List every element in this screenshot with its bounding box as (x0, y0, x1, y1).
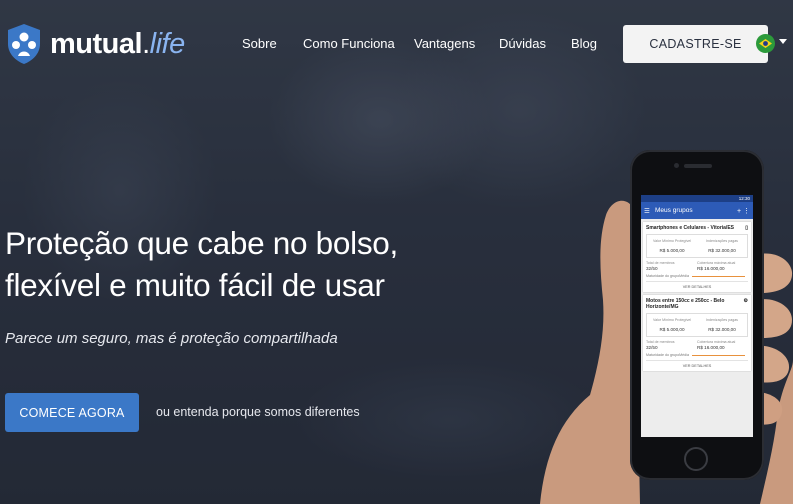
signup-button[interactable]: CADASTRE-SE (623, 25, 768, 63)
phone-speaker (684, 164, 712, 168)
phone-home-button (684, 447, 708, 471)
nav-link-duvidas[interactable]: Dúvidas (499, 36, 546, 51)
brand-wordmark: mutual.life (50, 28, 185, 61)
maturity-label: Maturidade do grupo (646, 274, 680, 278)
language-chevron-down-icon[interactable] (779, 39, 787, 44)
paid-value: R$ 32.000,00 (708, 248, 736, 253)
coverage-value: R$ 16.000,00 (697, 345, 725, 350)
view-details-button[interactable]: VER DETALHES (646, 281, 748, 292)
smartphone-mockup: 12:30 ☰ Meus grupos + ⋮ Smartphones e Ce… (630, 150, 764, 480)
flag-diamond-shape (759, 39, 772, 48)
min-value: R$ 5.000,00 (659, 327, 685, 332)
phone-screen: 12:30 ☰ Meus grupos + ⋮ Smartphones e Ce… (641, 195, 753, 437)
maturity-bar (691, 275, 745, 277)
min-value-label: Valor Mínimo Protegível (652, 239, 692, 243)
hero-headline: Proteção que cabe no bolso, flexível e m… (5, 222, 398, 306)
nav-link-blog[interactable]: Blog (571, 36, 597, 51)
brand-logo[interactable]: mutual.life (6, 22, 185, 66)
maturity-value: Média (679, 274, 689, 278)
group-values-box: Valor Mínimo Protegível R$ 5.000,00 Inden… (646, 313, 748, 337)
min-value: R$ 5.000,00 (659, 248, 685, 253)
members-label: Total de membros (646, 340, 675, 344)
group-card: Motos entre 150cc e 250cc - Belo Horizon… (643, 295, 751, 371)
add-and-more-icons: + ⋮ (736, 207, 750, 215)
maturity-value: Média (679, 353, 689, 357)
paid-label: Indenizações pagas (706, 239, 738, 243)
nav-link-como-funciona[interactable]: Como Funciona (303, 36, 395, 51)
group-name: Motos entre 150cc e 250cc - Belo Horizon… (646, 298, 725, 310)
app-bar: ☰ Meus grupos + ⋮ (641, 202, 753, 219)
coverage-label: Cobertura máxima atual (697, 340, 736, 344)
maturity-meter: Maturidade do grupo Média (646, 353, 748, 357)
coverage-label: Cobertura máxima atual (697, 261, 736, 265)
app-title: Meus grupos (655, 207, 693, 214)
group-stats-row: Total de membros 32/50 Cobertura máxima a… (646, 340, 748, 350)
phone-camera (674, 163, 679, 168)
group-values-box: Valor Mínimo Protegível R$ 5.000,00 Inden… (646, 234, 748, 258)
status-time: 12:30 (738, 196, 750, 201)
shield-logo-icon (8, 24, 40, 64)
members-label: Total de membros (646, 261, 675, 265)
brand-name: mutual (50, 27, 143, 60)
hero-background: mutual.life Sobre Como Funciona Vantagen… (0, 0, 793, 504)
paid-label: Indenizações pagas (706, 318, 738, 322)
get-started-button[interactable]: COMECE AGORA (5, 393, 139, 432)
view-details-button[interactable]: VER DETALHES (646, 360, 748, 371)
hero-subheadline: Parece um seguro, mas é proteção compart… (5, 330, 338, 347)
hero-headline-line1: Proteção que cabe no bolso, (5, 225, 398, 261)
brand-dot: . (142, 27, 150, 60)
app-status-bar: 12:30 (641, 195, 753, 202)
members-value: 32/50 (646, 266, 658, 271)
brand-suffix: life (149, 27, 186, 60)
maturity-label: Maturidade do grupo (646, 353, 680, 357)
maturity-meter: Maturidade do grupo Média (646, 274, 748, 278)
nav-link-sobre[interactable]: Sobre (242, 36, 277, 51)
coverage-value: R$ 16.000,00 (697, 266, 725, 271)
hamburger-menu-icon: ☰ (644, 207, 650, 215)
nav-link-vantagens[interactable]: Vantagens (414, 36, 475, 51)
paid-value: R$ 32.000,00 (708, 327, 736, 332)
maturity-bar (691, 354, 745, 356)
group-card: Smartphones e Celulares - Vitoria/ES ▯ Va… (643, 222, 751, 292)
learn-more-link[interactable]: ou entenda porque somos diferentes (156, 405, 360, 419)
group-stats-row: Total de membros 32/50 Cobertura máxima a… (646, 261, 748, 271)
smartphone-icon: ▯ (745, 225, 748, 231)
group-name: Smartphones e Celulares - Vitoria/ES (646, 225, 734, 231)
brazil-flag-icon[interactable] (756, 34, 775, 53)
members-value: 32/50 (646, 345, 658, 350)
hero-headline-line2: flexível e muito fácil de usar (5, 267, 385, 303)
motorcycle-icon: ⚙ (743, 298, 748, 304)
min-value-label: Valor Mínimo Protegível (652, 318, 692, 322)
